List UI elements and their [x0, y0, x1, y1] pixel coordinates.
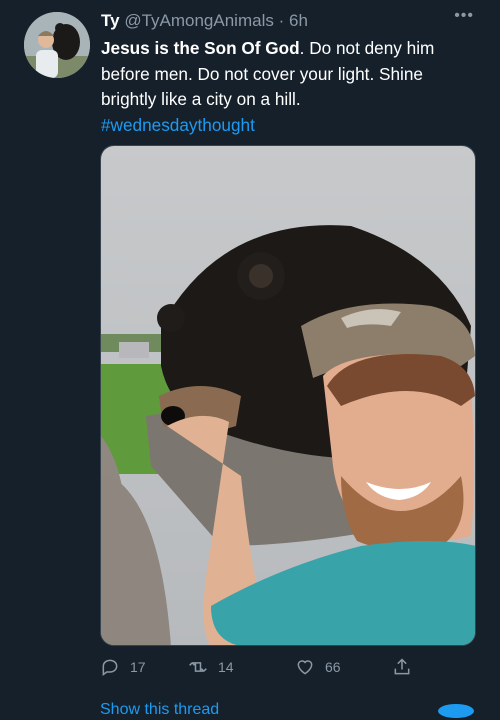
share-icon	[394, 658, 410, 675]
timestamp[interactable]: 6h	[289, 11, 308, 30]
tweet-photo[interactable]	[100, 145, 476, 646]
ellipsis-icon[interactable]: •••	[454, 8, 474, 24]
heart-icon	[297, 660, 313, 675]
tweet-header: Ty @TyAmongAnimals · 6h	[101, 10, 480, 34]
show-thread-link[interactable]: Show this thread	[100, 700, 219, 720]
separator-dot: ·	[278, 11, 285, 30]
share-button[interactable]	[392, 652, 422, 682]
retweet-button[interactable]: 14	[188, 652, 234, 682]
user-handle[interactable]: @TyAmongAnimals	[124, 11, 274, 30]
avatar-image	[24, 12, 90, 78]
bear-selfie-image	[101, 146, 475, 645]
reply-button[interactable]: 17	[100, 652, 146, 682]
tweet-text: Jesus is the Son Of God. Do not deny him…	[101, 36, 481, 138]
like-button[interactable]: 66	[295, 652, 341, 682]
retweet-count: 14	[218, 659, 234, 675]
like-count: 66	[325, 659, 341, 675]
tweet-text-bold: Jesus is the Son Of God	[101, 38, 300, 58]
tweet[interactable]: Ty @TyAmongAnimals · 6h ••• Jesus is the…	[0, 0, 500, 718]
tweet-actions: 17 14 66	[100, 652, 420, 682]
reply-icon	[102, 659, 118, 676]
retweet-icon	[189, 662, 207, 672]
hashtag-link[interactable]: #wednesdaythought	[101, 113, 481, 139]
compose-fab-edge[interactable]	[438, 704, 474, 718]
display-name[interactable]: Ty	[101, 11, 120, 30]
reply-count: 17	[130, 659, 146, 675]
avatar[interactable]	[24, 12, 90, 78]
